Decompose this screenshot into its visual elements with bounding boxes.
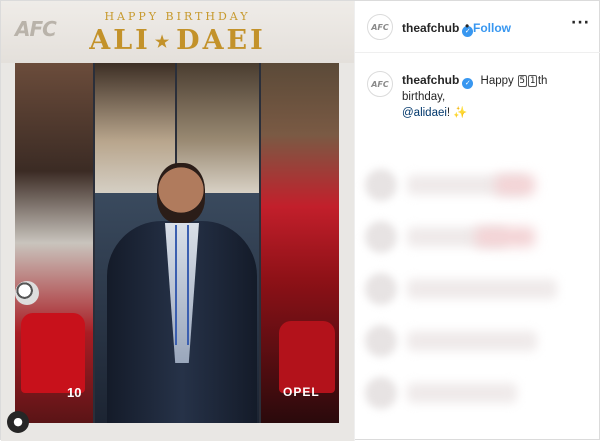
list-item (365, 377, 592, 409)
list-item (365, 221, 592, 253)
central-figure-in-suit (107, 163, 257, 423)
sparkle-icon: ✨ (453, 107, 468, 119)
instagram-post: AFC HAPPY BIRTHDAY ALI★DAEI 10 OPEL ● (0, 0, 600, 441)
football-icon (15, 281, 39, 305)
post-header: AFC theafchub ✓ • Follow ··· (355, 1, 600, 53)
blurred-comments (355, 149, 600, 441)
post-sidebar: AFC theafchub ✓ • Follow ··· AFC theafchu… (354, 1, 600, 441)
follow-button[interactable]: Follow (473, 21, 511, 35)
avatar (365, 325, 397, 357)
poster-name-first: ALI (89, 25, 151, 56)
poster-title: ALI ★ DAEI (1, 25, 354, 56)
poster-subtitle: HAPPY BIRTHDAY (104, 10, 251, 23)
mention-link[interactable]: @alidaei (402, 107, 447, 119)
jersey-number: 10 (67, 385, 82, 400)
separator-dot: • (465, 19, 470, 33)
red-jersey (21, 313, 85, 393)
caption-avatar[interactable]: AFC (367, 71, 393, 97)
more-options-icon[interactable]: ··· (571, 15, 590, 31)
avatar (365, 169, 397, 201)
caption-username[interactable]: theafchub ✓ (402, 73, 474, 89)
star-icon: ★ (154, 32, 173, 51)
photo-collage: 10 OPEL (15, 63, 339, 423)
post-image[interactable]: AFC HAPPY BIRTHDAY ALI ★ DAEI 10 OPEL ● (1, 1, 354, 441)
keycap-digit: 1 (527, 75, 538, 87)
avatar (365, 273, 397, 305)
sponsor-text: OPEL (283, 385, 320, 399)
verified-badge-icon: ✓ (462, 78, 474, 89)
poster-name-last: DAEI (176, 25, 266, 56)
avatar[interactable]: AFC (367, 14, 393, 40)
header-username[interactable]: theafchub ✓ (402, 21, 474, 37)
list-item (365, 273, 592, 305)
post-caption: theafchub ✓ Happy 5 1th birthday, @alidaei… (402, 73, 592, 121)
user-tag-icon[interactable]: ● (7, 411, 29, 433)
keycap-digit: 5 (517, 75, 527, 87)
list-item (365, 325, 592, 357)
caption-text: Happy (480, 75, 514, 87)
caption-text: ! (446, 107, 451, 119)
list-item (365, 169, 592, 201)
avatar (365, 221, 397, 253)
sponsor-jersey (279, 321, 335, 393)
avatar (365, 377, 397, 409)
